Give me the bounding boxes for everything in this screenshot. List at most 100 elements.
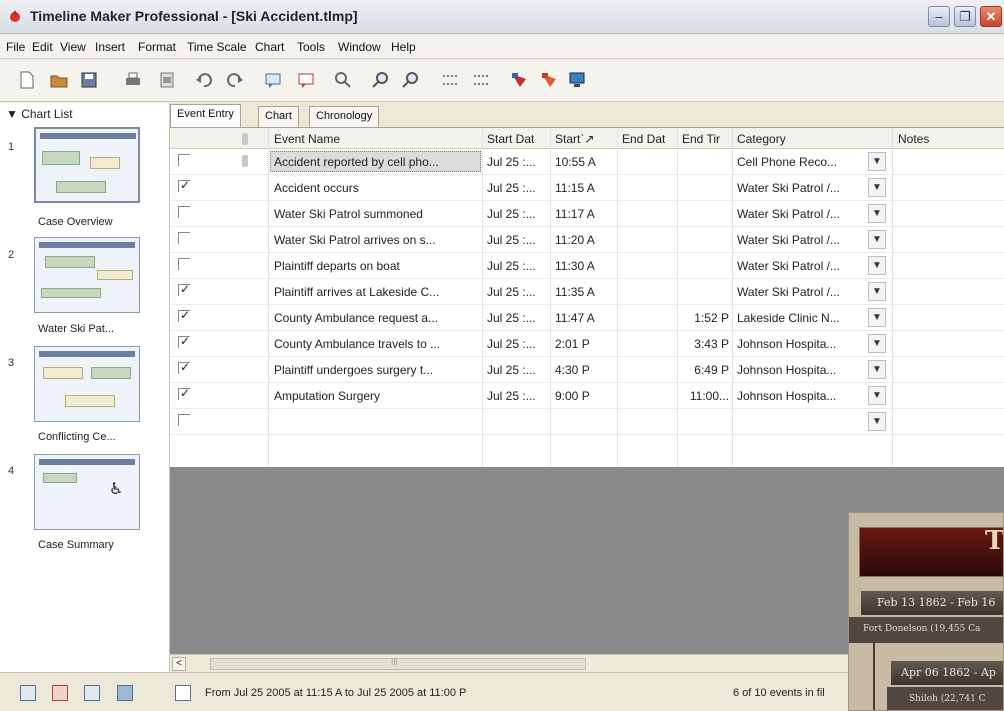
cell-start-time[interactable]: 9:00 P	[555, 389, 615, 403]
cell-category[interactable]: Water Ski Patrol /...	[737, 233, 865, 247]
row-checkbox[interactable]	[178, 178, 190, 192]
table-row[interactable]: Amputation Surgery Jul 25 :... 9:00 P 11:00…	[170, 383, 1004, 409]
cell-event-name[interactable]: County Ambulance request a...	[274, 311, 480, 325]
row-checkbox[interactable]	[178, 414, 190, 426]
column-end-time[interactable]: End Tir	[682, 132, 720, 146]
cell-end-time[interactable]: 1:52 P	[677, 311, 729, 325]
cell-category[interactable]: Johnson Hospita...	[737, 363, 865, 377]
close-button[interactable]: ✕	[980, 6, 1002, 27]
menu-chart[interactable]: Chart	[255, 40, 284, 54]
table-row[interactable]: ▼	[170, 409, 1004, 435]
menu-window[interactable]: Window	[338, 40, 381, 54]
redo-icon[interactable]	[226, 71, 244, 89]
cell-start-date[interactable]: Jul 25 :...	[487, 233, 547, 247]
cell-end-time[interactable]: 11:00...	[677, 389, 729, 403]
table-row[interactable]: Plaintiff departs on boat Jul 25 :... 11:3…	[170, 253, 1004, 279]
category-dropdown-button[interactable]: ▼	[868, 386, 886, 405]
cell-event-name[interactable]: Plaintiff arrives at Lakeside C...	[274, 285, 480, 299]
table-row[interactable]: Water Ski Patrol summoned Jul 25 :... 11:1…	[170, 201, 1004, 227]
cell-start-time[interactable]: 4:30 P	[555, 363, 615, 377]
category-dropdown-button[interactable]: ▼	[868, 230, 886, 249]
grid-view-icon[interactable]	[84, 685, 100, 701]
chart-thumb-label[interactable]: Water Ski Pat...	[38, 323, 114, 335]
chart-thumbnail-3[interactable]	[34, 346, 140, 422]
zoom-out-icon[interactable]	[402, 71, 420, 89]
cell-event-name[interactable]: Plaintiff departs on boat	[274, 259, 480, 273]
column-start-date[interactable]: Start Dat	[487, 132, 534, 146]
cell-start-date[interactable]: Jul 25 :...	[487, 181, 547, 195]
scroll-thumb[interactable]: III	[210, 658, 586, 670]
row-checkbox[interactable]	[178, 154, 190, 166]
menu-tools[interactable]: Tools	[297, 40, 325, 54]
cell-event-name[interactable]: Accident reported by cell pho...	[274, 155, 480, 169]
cell-start-date[interactable]: Jul 25 :...	[487, 389, 547, 403]
cell-start-date[interactable]: Jul 25 :...	[487, 207, 547, 221]
cell-end-time[interactable]: 3:43 P	[677, 337, 729, 351]
row-checkbox[interactable]	[178, 334, 190, 348]
column-notes[interactable]: Notes	[898, 132, 929, 146]
chart-thumb-label[interactable]: Conflicting Ce...	[38, 431, 116, 443]
save-icon[interactable]	[80, 71, 98, 89]
cell-start-date[interactable]: Jul 25 :...	[487, 337, 547, 351]
tab-chronology[interactable]: Chronology	[309, 106, 380, 127]
chart-thumb-label[interactable]: Case Summary	[38, 539, 114, 551]
category-dropdown-button[interactable]: ▼	[868, 334, 886, 353]
category-dropdown-button[interactable]: ▼	[868, 412, 886, 431]
cell-category[interactable]: Water Ski Patrol /...	[737, 207, 865, 221]
cell-event-name[interactable]: Water Ski Patrol summoned	[274, 207, 480, 221]
tab-chart[interactable]: Chart	[258, 106, 299, 127]
cell-start-date[interactable]: Jul 25 :...	[487, 363, 547, 377]
row-checkbox[interactable]	[178, 282, 190, 296]
menu-time-scale[interactable]: Time Scale	[187, 40, 247, 54]
cell-start-date[interactable]: Jul 25 :...	[487, 311, 547, 325]
table-row[interactable]: Plaintiff undergoes surgery t... Jul 25 :…	[170, 357, 1004, 383]
table-row[interactable]: Water Ski Patrol arrives on s... Jul 25 :…	[170, 227, 1004, 253]
menu-format[interactable]: Format	[138, 40, 176, 54]
row-checkbox[interactable]	[178, 206, 190, 218]
cell-category[interactable]: Water Ski Patrol /...	[737, 181, 865, 195]
menu-help[interactable]: Help	[391, 40, 416, 54]
comment-icon[interactable]	[264, 71, 282, 89]
cell-event-name[interactable]: Plaintiff undergoes surgery t...	[274, 363, 480, 377]
print-preview-icon[interactable]	[158, 71, 176, 89]
row-checkbox[interactable]	[178, 360, 190, 374]
column-category[interactable]: Category	[737, 132, 786, 146]
category-dropdown-button[interactable]: ▼	[868, 256, 886, 275]
chart-thumbnail-1[interactable]	[34, 127, 140, 203]
category-dropdown-button[interactable]: ▼	[868, 360, 886, 379]
horizontal-scrollbar[interactable]: < III	[170, 654, 850, 672]
cell-start-time[interactable]: 11:20 A	[555, 233, 615, 247]
table-row[interactable]: Accident reported by cell pho... Jul 25 :…	[170, 149, 1004, 175]
comment-red-icon[interactable]	[297, 71, 315, 89]
pin-red-icon[interactable]	[510, 71, 528, 89]
restore-button[interactable]: ❐	[954, 6, 976, 27]
cell-start-time[interactable]: 10:55 A	[555, 155, 615, 169]
cell-start-time[interactable]: 11:35 A	[555, 285, 615, 299]
monitor-icon[interactable]	[568, 71, 586, 89]
row-checkbox[interactable]	[178, 258, 190, 270]
column-event-name[interactable]: Event Name	[274, 132, 340, 146]
row-checkbox[interactable]	[178, 386, 190, 400]
chart-thumbnail-2[interactable]	[34, 237, 140, 313]
cell-event-name[interactable]: Accident occurs	[274, 181, 480, 195]
cell-event-name[interactable]: Amputation Surgery	[274, 389, 480, 403]
print-icon[interactable]	[124, 71, 142, 89]
cell-start-time[interactable]: 11:15 A	[555, 181, 615, 195]
attachment-icon[interactable]	[242, 155, 248, 167]
cell-start-date[interactable]: Jul 25 :...	[487, 259, 547, 273]
cell-start-time[interactable]: 11:17 A	[555, 207, 615, 221]
table-row[interactable]: Plaintiff arrives at Lakeside C... Jul 25…	[170, 279, 1004, 305]
table-row[interactable]: County Ambulance request a... Jul 25 :...…	[170, 305, 1004, 331]
cell-start-date[interactable]: Jul 25 :...	[487, 155, 547, 169]
undo-icon[interactable]	[195, 71, 213, 89]
category-dropdown-button[interactable]: ▼	[868, 204, 886, 223]
cell-start-time[interactable]: 2:01 P	[555, 337, 615, 351]
row-checkbox[interactable]	[178, 232, 190, 244]
cell-category[interactable]: Johnson Hospita...	[737, 337, 865, 351]
cell-start-time[interactable]: 11:30 A	[555, 259, 615, 273]
cell-event-name[interactable]: Water Ski Patrol arrives on s...	[274, 233, 480, 247]
expand-icon[interactable]	[472, 71, 490, 89]
table-row[interactable]: Accident occurs Jul 25 :... 11:15 A Water S…	[170, 175, 1004, 201]
menu-insert[interactable]: Insert	[95, 40, 125, 54]
menu-edit[interactable]: Edit	[32, 40, 53, 54]
